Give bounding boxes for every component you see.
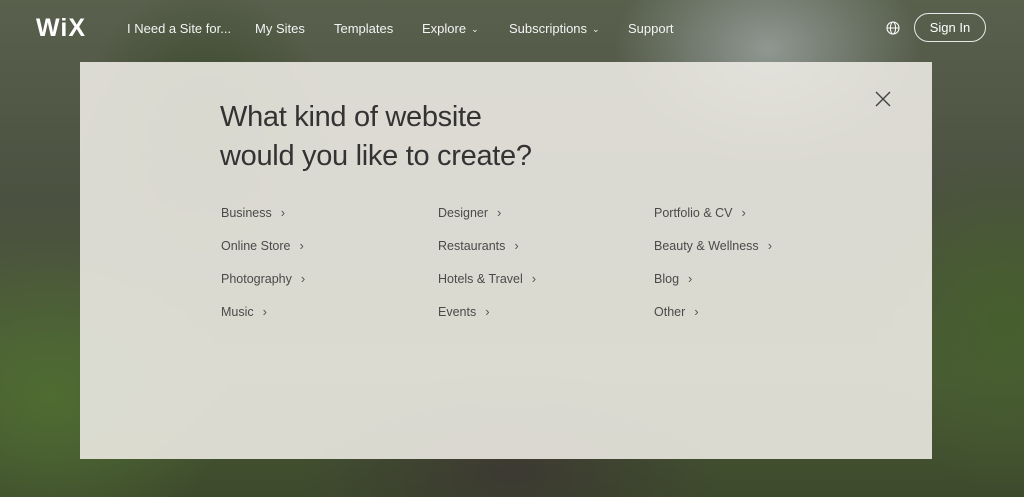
nav-item-label: I Need a Site for... xyxy=(127,21,232,36)
nav-item-subscriptions[interactable]: Subscriptions ⌄ xyxy=(509,21,600,36)
nav-item-explore[interactable]: Explore ⌄ xyxy=(422,21,479,36)
chevron-right-icon: › xyxy=(485,304,490,319)
nav-item-label: Templates xyxy=(334,21,394,36)
chevron-right-icon: › xyxy=(299,238,304,253)
category-label: Photography xyxy=(221,272,292,286)
category-label: Restaurants xyxy=(438,239,506,253)
chevron-right-icon: › xyxy=(262,304,267,319)
category-label: Portfolio & CV xyxy=(654,206,733,220)
category-label: Blog xyxy=(654,272,680,286)
page-title: What kind of website would you like to c… xyxy=(220,98,532,176)
category-link-music[interactable]: Music › xyxy=(221,304,267,319)
website-type-dialog: What kind of website would you like to c… xyxy=(80,62,932,459)
chevron-right-icon: › xyxy=(767,238,773,253)
category-link-blog[interactable]: Blog › xyxy=(654,271,692,286)
category-link-business[interactable]: Business › xyxy=(221,205,285,220)
chevron-down-icon: ⌄ xyxy=(592,24,600,34)
category-link-photography[interactable]: Photography › xyxy=(221,271,305,286)
category-label: Beauty & Wellness xyxy=(654,239,759,253)
chevron-right-icon: › xyxy=(531,271,537,286)
nav-item-label: Explore xyxy=(422,21,467,36)
category-label: Events xyxy=(438,305,477,319)
category-link-designer[interactable]: Designer › xyxy=(438,205,501,220)
close-icon[interactable] xyxy=(874,90,892,108)
top-navigation: WiX I Need a Site for... My Sites Templa… xyxy=(0,0,1024,58)
chevron-right-icon: › xyxy=(688,271,693,286)
nav-item-label: My Sites xyxy=(255,21,305,36)
category-link-events[interactable]: Events › xyxy=(438,304,490,319)
category-label: Online Store xyxy=(221,239,291,253)
nav-item-templates[interactable]: Templates xyxy=(334,21,393,36)
wix-logo[interactable]: WiX xyxy=(36,14,86,43)
chevron-right-icon: › xyxy=(497,205,502,220)
sign-in-button[interactable]: Sign In xyxy=(914,13,986,42)
chevron-right-icon: › xyxy=(280,205,286,220)
nav-item-my-sites[interactable]: My Sites xyxy=(255,21,305,36)
category-link-portfolio-cv[interactable]: Portfolio & CV › xyxy=(654,205,746,220)
nav-item-support[interactable]: Support xyxy=(628,21,674,36)
chevron-right-icon: › xyxy=(741,205,746,220)
category-label: Music xyxy=(221,305,254,319)
category-link-online-store[interactable]: Online Store › xyxy=(221,238,304,253)
chevron-right-icon: › xyxy=(514,238,519,253)
category-label: Designer xyxy=(438,206,489,220)
category-label: Hotels & Travel xyxy=(438,272,523,286)
category-label: Business xyxy=(221,206,272,220)
category-link-other[interactable]: Other › xyxy=(654,304,699,319)
chevron-down-icon: ⌄ xyxy=(471,24,479,34)
nav-item-need-a-site[interactable]: I Need a Site for... xyxy=(127,21,231,36)
headline-line-1: What kind of website xyxy=(220,101,482,133)
category-label: Other xyxy=(654,305,686,319)
category-link-hotels-travel[interactable]: Hotels & Travel › xyxy=(438,271,536,286)
category-link-beauty-wellness[interactable]: Beauty & Wellness › xyxy=(654,238,772,253)
category-link-restaurants[interactable]: Restaurants › xyxy=(438,238,519,253)
chevron-right-icon: › xyxy=(300,271,306,286)
globe-icon[interactable] xyxy=(886,21,900,35)
nav-item-label: Support xyxy=(628,21,674,36)
chevron-right-icon: › xyxy=(694,304,699,319)
nav-item-label: Subscriptions xyxy=(509,21,588,36)
headline-line-2: would you like to create? xyxy=(220,140,532,172)
